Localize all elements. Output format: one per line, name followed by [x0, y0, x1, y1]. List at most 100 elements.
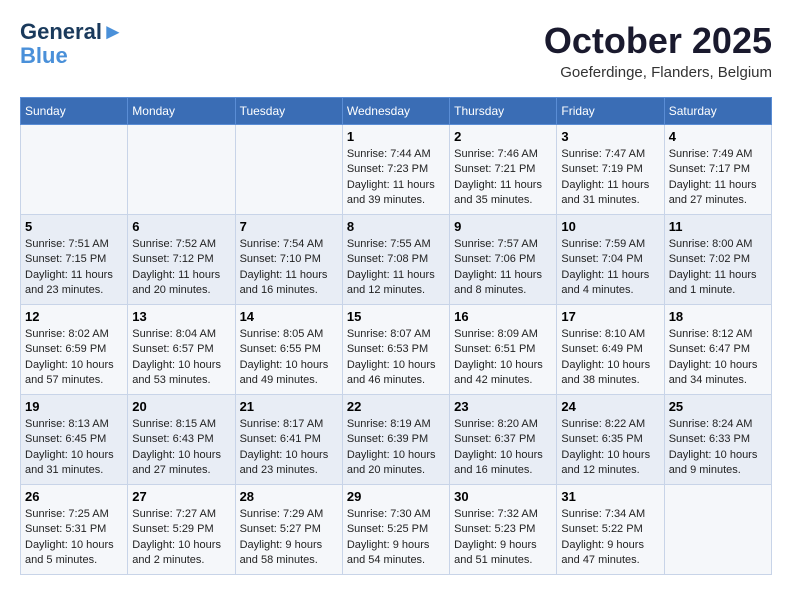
calendar-cell: 23Sunrise: 8:20 AMSunset: 6:37 PMDayligh… [450, 395, 557, 485]
day-number: 6 [132, 219, 230, 234]
header-saturday: Saturday [664, 98, 771, 125]
day-content: Sunrise: 8:09 AMSunset: 6:51 PMDaylight:… [454, 327, 552, 389]
day-number: 14 [240, 309, 338, 324]
calendar-week-2: 5 Sunrise: 7:51 AMSunset: 7:15 PMDaylight… [21, 215, 772, 305]
day-content: Sunrise: 7:57 AMSunset: 7:06 PMDaylight:… [454, 237, 552, 299]
day-content: Sunrise: 8:17 AMSunset: 6:41 PMDaylight:… [240, 417, 338, 479]
day-content: Sunrise: 8:19 AMSunset: 6:39 PMDaylight:… [347, 417, 445, 479]
day-number: 12 [25, 309, 123, 324]
page-header: General► Blue October 2025 Goeferdinge, … [20, 20, 772, 81]
day-number: 1 [347, 129, 445, 144]
calendar-table: SundayMondayTuesdayWednesdayThursdayFrid… [20, 97, 772, 575]
day-number: 3 [561, 129, 659, 144]
header-tuesday: Tuesday [235, 98, 342, 125]
day-number: 4 [669, 129, 767, 144]
day-content: Sunrise: 7:55 AMSunset: 7:08 PMDaylight:… [347, 237, 445, 299]
day-content: Sunrise: 8:00 AMSunset: 7:02 PMDaylight:… [669, 237, 767, 299]
day-number: 22 [347, 399, 445, 414]
day-number: 15 [347, 309, 445, 324]
calendar-cell: 7Sunrise: 7:54 AMSunset: 7:10 PMDaylight… [235, 215, 342, 305]
calendar-cell: 9Sunrise: 7:57 AMSunset: 7:06 PMDaylight… [450, 215, 557, 305]
calendar-week-5: 26 Sunrise: 7:25 AMSunset: 5:31 PMDayligh… [21, 485, 772, 575]
header-sunday: Sunday [21, 98, 128, 125]
day-content: Sunrise: 8:05 AMSunset: 6:55 PMDaylight:… [240, 327, 338, 389]
calendar-week-3: 12Sunrise: 8:02 AMSunset: 6:59 PMDayligh… [21, 305, 772, 395]
title-section: October 2025 Goeferdinge, Flanders, Belg… [544, 20, 772, 81]
day-number: 29 [347, 489, 445, 504]
calendar-cell: 15 Sunrise: 8:07 AMSunset: 6:53 PMDayligh… [342, 305, 449, 395]
calendar-cell: 3 Sunrise: 7:47 AMSunset: 7:19 PMDaylight… [557, 125, 664, 215]
day-content: Sunrise: 7:30 AMSunset: 5:25 PMDaylight:… [347, 507, 445, 569]
calendar-cell: 21 Sunrise: 8:17 AMSunset: 6:41 PMDayligh… [235, 395, 342, 485]
location: Goeferdinge, Flanders, Belgium [544, 64, 772, 81]
calendar-cell: 22 Sunrise: 8:19 AMSunset: 6:39 PMDayligh… [342, 395, 449, 485]
day-content: Sunrise: 7:25 AMSunset: 5:31 PMDaylight:… [25, 507, 123, 569]
day-content: Sunrise: 7:49 AMSunset: 7:17 PMDaylight:… [669, 147, 767, 209]
day-content: Sunrise: 8:24 AMSunset: 6:33 PMDaylight:… [669, 417, 767, 479]
day-content: Sunrise: 8:15 AMSunset: 6:43 PMDaylight:… [132, 417, 230, 479]
calendar-cell: 24 Sunrise: 8:22 AMSunset: 6:35 PMDayligh… [557, 395, 664, 485]
calendar-cell: 1 Sunrise: 7:44 AMSunset: 7:23 PMDaylight… [342, 125, 449, 215]
day-content: Sunrise: 8:04 AMSunset: 6:57 PMDaylight:… [132, 327, 230, 389]
day-number: 19 [25, 399, 123, 414]
day-content: Sunrise: 7:27 AMSunset: 5:29 PMDaylight:… [132, 507, 230, 569]
day-number: 11 [669, 219, 767, 234]
calendar-cell: 16Sunrise: 8:09 AMSunset: 6:51 PMDayligh… [450, 305, 557, 395]
day-number: 24 [561, 399, 659, 414]
calendar-cell: 2Sunrise: 7:46 AMSunset: 7:21 PMDaylight… [450, 125, 557, 215]
day-number: 13 [132, 309, 230, 324]
day-number: 25 [669, 399, 767, 414]
calendar-cell: 28 Sunrise: 7:29 AMSunset: 5:27 PMDayligh… [235, 485, 342, 575]
calendar-cell: 8 Sunrise: 7:55 AMSunset: 7:08 PMDaylight… [342, 215, 449, 305]
day-number: 27 [132, 489, 230, 504]
day-content: Sunrise: 8:07 AMSunset: 6:53 PMDaylight:… [347, 327, 445, 389]
calendar-cell [128, 125, 235, 215]
day-number: 8 [347, 219, 445, 234]
header-friday: Friday [557, 98, 664, 125]
day-number: 5 [25, 219, 123, 234]
calendar-cell: 10 Sunrise: 7:59 AMSunset: 7:04 PMDayligh… [557, 215, 664, 305]
logo-blue: Blue [20, 44, 124, 68]
day-number: 20 [132, 399, 230, 414]
calendar-cell: 12Sunrise: 8:02 AMSunset: 6:59 PMDayligh… [21, 305, 128, 395]
day-number: 31 [561, 489, 659, 504]
day-content: Sunrise: 8:10 AMSunset: 6:49 PMDaylight:… [561, 327, 659, 389]
calendar-cell: 26 Sunrise: 7:25 AMSunset: 5:31 PMDayligh… [21, 485, 128, 575]
day-content: Sunrise: 7:34 AMSunset: 5:22 PMDaylight:… [561, 507, 659, 569]
day-content: Sunrise: 7:44 AMSunset: 7:23 PMDaylight:… [347, 147, 445, 209]
day-number: 10 [561, 219, 659, 234]
logo: General► Blue [20, 20, 124, 68]
calendar-header-row: SundayMondayTuesdayWednesdayThursdayFrid… [21, 98, 772, 125]
day-content: Sunrise: 8:13 AMSunset: 6:45 PMDaylight:… [25, 417, 123, 479]
calendar-cell: 4 Sunrise: 7:49 AMSunset: 7:17 PMDaylight… [664, 125, 771, 215]
header-thursday: Thursday [450, 98, 557, 125]
day-number: 17 [561, 309, 659, 324]
day-number: 21 [240, 399, 338, 414]
day-content: Sunrise: 7:46 AMSunset: 7:21 PMDaylight:… [454, 147, 552, 209]
calendar-cell: 25 Sunrise: 8:24 AMSunset: 6:33 PMDayligh… [664, 395, 771, 485]
logo-text: General► [20, 20, 124, 44]
calendar-cell: 20 Sunrise: 8:15 AMSunset: 6:43 PMDayligh… [128, 395, 235, 485]
calendar-cell: 31 Sunrise: 7:34 AMSunset: 5:22 PMDayligh… [557, 485, 664, 575]
header-monday: Monday [128, 98, 235, 125]
day-content: Sunrise: 7:51 AMSunset: 7:15 PMDaylight:… [25, 237, 123, 299]
day-content: Sunrise: 7:32 AMSunset: 5:23 PMDaylight:… [454, 507, 552, 569]
day-number: 18 [669, 309, 767, 324]
calendar-cell: 6 Sunrise: 7:52 AMSunset: 7:12 PMDaylight… [128, 215, 235, 305]
day-content: Sunrise: 7:59 AMSunset: 7:04 PMDaylight:… [561, 237, 659, 299]
day-number: 28 [240, 489, 338, 504]
day-content: Sunrise: 8:12 AMSunset: 6:47 PMDaylight:… [669, 327, 767, 389]
day-number: 26 [25, 489, 123, 504]
calendar-cell [235, 125, 342, 215]
calendar-cell: 19 Sunrise: 8:13 AMSunset: 6:45 PMDayligh… [21, 395, 128, 485]
day-content: Sunrise: 7:52 AMSunset: 7:12 PMDaylight:… [132, 237, 230, 299]
day-number: 30 [454, 489, 552, 504]
day-content: Sunrise: 7:29 AMSunset: 5:27 PMDaylight:… [240, 507, 338, 569]
day-content: Sunrise: 7:47 AMSunset: 7:19 PMDaylight:… [561, 147, 659, 209]
calendar-cell: 11 Sunrise: 8:00 AMSunset: 7:02 PMDayligh… [664, 215, 771, 305]
header-wednesday: Wednesday [342, 98, 449, 125]
calendar-cell: 29 Sunrise: 7:30 AMSunset: 5:25 PMDayligh… [342, 485, 449, 575]
calendar-cell: 13 Sunrise: 8:04 AMSunset: 6:57 PMDayligh… [128, 305, 235, 395]
day-content: Sunrise: 8:22 AMSunset: 6:35 PMDaylight:… [561, 417, 659, 479]
day-content: Sunrise: 7:54 AMSunset: 7:10 PMDaylight:… [240, 237, 338, 299]
